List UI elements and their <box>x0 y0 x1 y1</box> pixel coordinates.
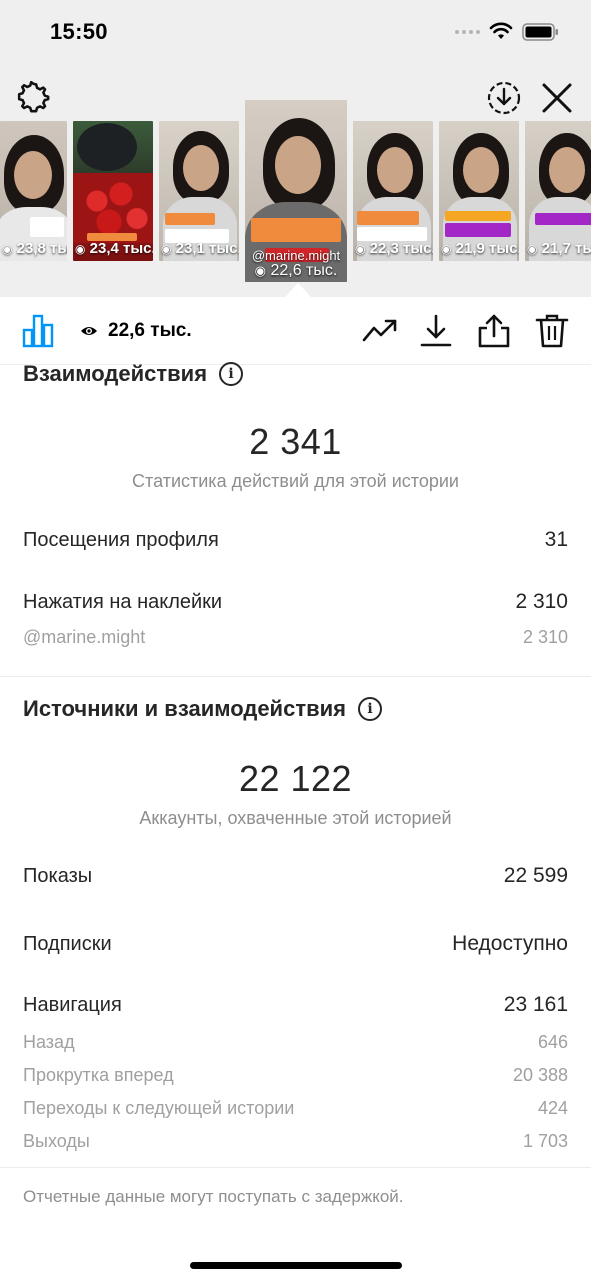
sticker-shape <box>357 211 419 225</box>
row-value: 424 <box>537 1098 568 1118</box>
sticker-shape <box>445 211 511 221</box>
story-views-label: ◉ 21,7 тыс. <box>527 240 591 257</box>
story-views-label: ◉ 21,9 тыс. <box>441 240 519 257</box>
face-shape <box>463 147 499 193</box>
face-shape <box>275 136 321 194</box>
sticker-shape <box>165 213 215 225</box>
delete-button[interactable] <box>533 312 571 350</box>
row-value: 1 703 <box>522 1131 568 1151</box>
story-thumbnail-strip: ◉ 23,8 тыс. ◉ 23,4 тыс. ◉ 23,1 тыс. <box>0 100 591 297</box>
story-thumbnail[interactable]: ◉ 21,9 тыс. <box>439 121 519 261</box>
selected-story-pointer <box>285 283 311 297</box>
story-thumbnail[interactable]: ◉ 22,3 тыс. <box>353 121 433 261</box>
section-divider <box>0 676 591 677</box>
status-bar: 15:50 <box>0 0 591 64</box>
share-button[interactable] <box>475 312 513 350</box>
wifi-icon <box>489 22 513 39</box>
navigation-forward-row: Прокрутка вперед 20 388 <box>23 1065 568 1086</box>
impressions-row: Показы 22 599 <box>23 864 568 888</box>
sticker-shape <box>445 223 511 237</box>
story-thumbnail-selected[interactable]: @marine.might ◉ 22,6 тыс. <box>245 100 347 282</box>
row-label: Подписки <box>23 933 112 955</box>
insights-tab-button[interactable] <box>20 312 58 350</box>
sticker-shape <box>30 217 64 237</box>
info-icon[interactable]: i <box>219 362 244 386</box>
promote-button[interactable] <box>361 312 399 350</box>
row-label: Переходы к следующей истории <box>23 1098 295 1118</box>
story-action-bar: 22,6 тыс. <box>0 297 591 365</box>
row-value: 2 310 <box>522 627 568 647</box>
discovery-section-title: Источники и взаимодействия i <box>23 696 382 722</box>
story-mention-caption: @marine.might <box>251 248 341 263</box>
status-time: 15:50 <box>50 19 108 44</box>
row-value: 20 388 <box>512 1065 568 1085</box>
navigation-row: Навигация 23 161 <box>23 993 568 1017</box>
row-label: @marine.might <box>23 627 146 647</box>
reporting-delay-note: Отчетные данные могут поступать с задерж… <box>23 1187 404 1206</box>
story-header-area: 15:50 ◉ 23,8 ты ◉ 23,4 тыс. ◉ 23,1 тыс. … <box>0 0 591 297</box>
discovery-caption: Аккаунты, охваченные этой историей <box>139 808 452 828</box>
home-indicator[interactable] <box>190 1262 402 1269</box>
row-label: Навигация <box>23 994 122 1016</box>
save-story-button[interactable] <box>417 312 455 350</box>
navigation-back-row: Назад 646 <box>23 1032 568 1053</box>
download-icon <box>420 314 452 347</box>
row-value: 23 161 <box>503 993 568 1016</box>
sticker-shape <box>535 213 591 225</box>
navigation-exits-row: Выходы 1 703 <box>23 1131 568 1152</box>
discovery-title-text: Источники и взаимодействия <box>23 696 346 721</box>
info-icon[interactable]: i <box>357 697 382 721</box>
story-views-label: ◉ 23,8 тыс. <box>2 240 67 257</box>
interactions-section-title: Взаимодействия i <box>23 361 244 387</box>
row-value: 31 <box>544 528 568 551</box>
navigation-next-story-row: Переходы к следующей истории 424 <box>23 1098 568 1119</box>
bar-chart-icon <box>22 314 54 348</box>
story-view-count-label: 22,6 тыс. <box>108 320 192 341</box>
story-views-label: ◉ 22,3 тыс. <box>355 240 433 257</box>
sticker-taps-row: Нажатия на наклейки 2 310 <box>23 590 568 614</box>
face-shape <box>183 145 219 191</box>
face-shape <box>549 147 585 193</box>
follows-row: Подписки Недоступно <box>23 932 568 956</box>
row-value: Недоступно <box>452 932 568 955</box>
interactions-caption: Статистика действий для этой истории <box>132 471 459 491</box>
berries-bowl-shape <box>77 123 137 171</box>
story-thumbnail[interactable]: ◉ 23,8 тыс. <box>0 121 67 261</box>
discovery-total: 22 122 <box>238 758 353 799</box>
share-icon <box>478 314 510 348</box>
profile-visits-row: Посещения профиля 31 <box>23 528 568 552</box>
trash-icon <box>535 314 569 348</box>
row-value: 2 310 <box>515 590 568 613</box>
story-views-label: ◉ 23,1 тыс. <box>161 240 239 257</box>
battery-icon <box>522 23 558 41</box>
row-label: Нажатия на наклейки <box>23 591 223 613</box>
story-thumbnail[interactable]: ◉ 23,4 тыс. <box>73 121 153 261</box>
trending-up-icon <box>362 319 397 342</box>
section-divider <box>0 1167 591 1168</box>
sticker-shape <box>251 218 341 242</box>
row-label: Посещения профиля <box>23 529 219 551</box>
interactions-title-text: Взаимодействия <box>23 361 208 386</box>
row-label: Прокрутка вперед <box>23 1065 174 1085</box>
story-thumbnail[interactable]: ◉ 21,7 тыс. <box>525 121 591 261</box>
mention-sticker-row[interactable]: @marine.might 2 310 <box>23 627 568 648</box>
face-shape <box>14 151 52 199</box>
story-view-count[interactable]: 22,6 тыс. <box>80 320 192 342</box>
eye-icon <box>81 327 97 335</box>
row-label: Назад <box>23 1032 75 1052</box>
cellular-signal-icon <box>455 30 480 34</box>
row-value: 646 <box>537 1032 568 1052</box>
interactions-total: 2 341 <box>249 421 342 462</box>
story-thumbnail[interactable]: ◉ 23,1 тыс. <box>159 121 239 261</box>
sticker-shape <box>357 227 427 241</box>
row-label: Показы <box>23 865 93 887</box>
story-views-label: ◉ 23,4 тыс. <box>75 240 153 257</box>
row-value: 22 599 <box>503 864 568 887</box>
story-views-label: ◉ 22,6 тыс. <box>254 262 338 279</box>
row-label: Выходы <box>23 1131 90 1151</box>
face-shape <box>377 147 413 193</box>
